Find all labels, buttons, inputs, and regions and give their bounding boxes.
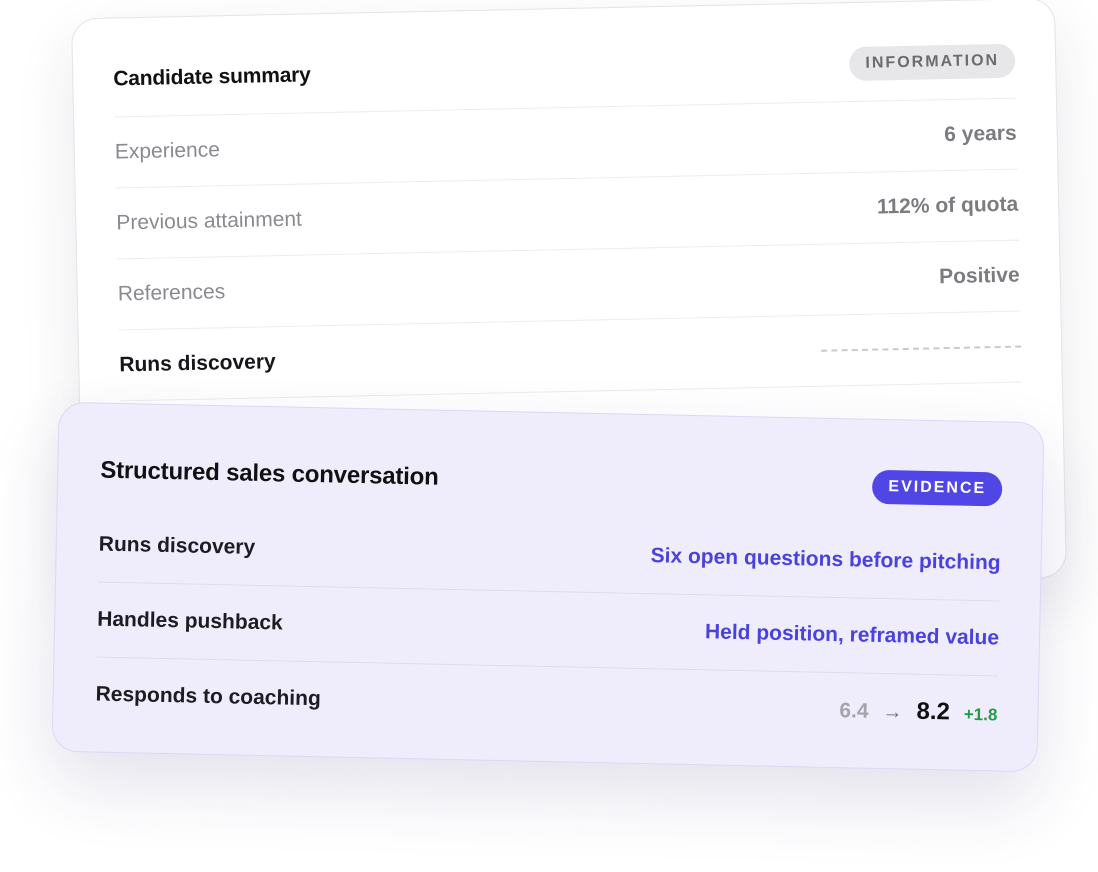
score-delta: +1.8 [963, 704, 998, 725]
pending-value-placeholder [821, 345, 1022, 352]
evidence-row-value: Held position, reframed value [704, 620, 1000, 650]
summary-row-label: Experience [114, 138, 221, 164]
summary-row-label: References [117, 280, 226, 306]
summary-row-label: Previous attainment [116, 207, 303, 235]
evidence-row-label: Runs discovery [98, 532, 256, 559]
score-after: 8.2 [916, 697, 951, 726]
information-badge: INFORMATION [849, 43, 1016, 82]
score-before: 6.4 [839, 699, 869, 723]
structured-sales-conversation-card: Structured sales conversation EVIDENCE R… [51, 401, 1045, 773]
evidence-row-value: Six open questions before pitching [650, 544, 1001, 575]
summary-row-value: 112% of quota [876, 192, 1019, 219]
summary-row-label: Runs discovery [119, 350, 276, 377]
summary-card-title: Candidate summary [113, 63, 311, 91]
evidence-card-title: Structured sales conversation [100, 456, 439, 491]
evidence-row-label: Handles pushback [96, 607, 283, 635]
summary-row-value: 6 years [944, 121, 1017, 147]
stage: Candidate summary INFORMATION Experience… [0, 0, 1098, 872]
coaching-score: 6.4 → 8.2 +1.8 [839, 696, 998, 727]
evidence-row-label: Responds to coaching [95, 682, 322, 711]
evidence-badge: EVIDENCE [872, 469, 1003, 507]
arrow-right-icon: → [882, 701, 903, 724]
summary-row-value: Positive [938, 263, 1020, 289]
